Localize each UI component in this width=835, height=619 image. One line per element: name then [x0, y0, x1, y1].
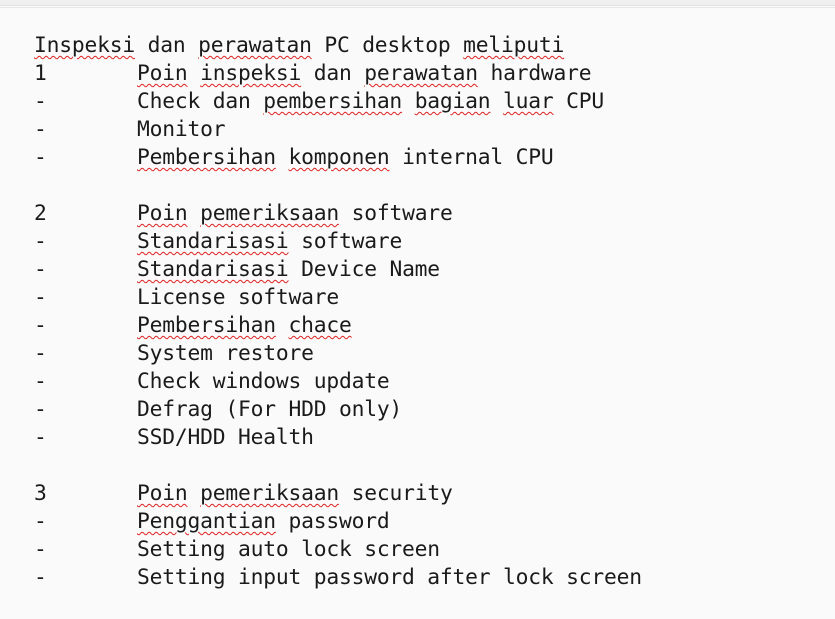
- misspelled-word: Poin: [137, 201, 188, 226]
- section-number: 1: [34, 61, 47, 86]
- bullet-dash: -: [34, 145, 47, 170]
- misspelled-word: Pembersihan: [137, 313, 276, 338]
- text-run: [188, 61, 201, 86]
- text-run: software: [288, 229, 403, 254]
- bullet-dash: -: [34, 117, 47, 142]
- text-run: [188, 201, 201, 226]
- text-run: [276, 313, 289, 338]
- misspelled-word: perawatan: [198, 33, 312, 58]
- text-run: password: [275, 509, 390, 534]
- bullet-dash: -: [34, 313, 47, 338]
- section-title: Poin pemeriksaan software: [137, 200, 453, 228]
- bullet-dash: -: [34, 565, 47, 590]
- misspelled-word: luar: [503, 89, 554, 114]
- misspelled-word: inspeksi: [200, 61, 302, 86]
- text-run: CPU: [553, 89, 605, 114]
- bullet-dash: -: [34, 509, 47, 534]
- list-item-text: Defrag (For HDD only): [137, 396, 402, 424]
- window-top-edge: [0, 0, 835, 6]
- section-title: Poin pemeriksaan security: [137, 480, 453, 508]
- bullet-dash: -: [34, 369, 47, 394]
- text-run: [402, 89, 415, 114]
- section-number: 3: [34, 481, 47, 506]
- list-item-text: Standarisasi software: [137, 228, 402, 256]
- document-heading: Inspeksi dan perawatan PC desktop melipu…: [34, 32, 564, 60]
- bullet-dash: -: [34, 397, 47, 422]
- misspelled-word: meliputi: [463, 33, 565, 58]
- bullet-dash: -: [34, 425, 47, 450]
- bullet-dash: -: [34, 537, 47, 562]
- list-item-text: Pembersihan komponen internal CPU: [137, 144, 554, 172]
- text-run: software: [338, 201, 453, 226]
- section-title: Poin inspeksi dan perawatan hardware: [137, 60, 592, 88]
- misspelled-word: pemeriksaan: [200, 481, 339, 506]
- bullet-dash: -: [34, 229, 47, 254]
- editor-window: Inspeksi dan perawatan PC desktop melipu…: [0, 0, 835, 619]
- misspelled-word: pembersihan: [263, 89, 403, 114]
- bullet-dash: -: [34, 341, 47, 366]
- list-item-text: Setting input password after lock screen: [137, 564, 642, 592]
- text-run: SSD/HDD Health: [137, 425, 314, 450]
- misspelled-word: Poin: [137, 481, 188, 506]
- list-item-text: Check dan pembersihan bagian luar CPU: [137, 88, 604, 116]
- text-run: [490, 89, 503, 114]
- list-item-text: License software: [137, 284, 339, 312]
- misspelled-word: komponen: [288, 145, 390, 170]
- text-run: security: [338, 481, 453, 506]
- text-run: hardware: [477, 61, 592, 86]
- misspelled-word: Standarisasi: [137, 257, 289, 282]
- list-item-text: SSD/HDD Health: [137, 424, 314, 452]
- text-run: System restore: [137, 341, 314, 366]
- text-run: [276, 145, 289, 170]
- text-run: internal CPU: [389, 145, 554, 170]
- text-run: Device Name: [288, 257, 440, 282]
- misspelled-word: chace: [288, 313, 352, 338]
- list-item-text: Pembersihan chace: [137, 312, 352, 340]
- misspelled-word: pemeriksaan: [200, 201, 339, 226]
- text-run: Check windows update: [137, 369, 390, 394]
- list-item-text: Setting auto lock screen: [137, 536, 440, 564]
- list-item-text: System restore: [137, 340, 314, 368]
- misspelled-word: Poin: [137, 61, 188, 86]
- text-run: Setting input password after lock screen: [137, 565, 642, 590]
- text-run: dan: [301, 61, 365, 86]
- bullet-dash: -: [34, 257, 47, 282]
- text-run: PC desktop: [311, 33, 464, 58]
- text-run: dan: [134, 33, 199, 58]
- text-run: [188, 481, 201, 506]
- section-number: 2: [34, 201, 47, 226]
- list-item-text: Standarisasi Device Name: [137, 256, 440, 284]
- list-item-text: Monitor: [137, 116, 226, 144]
- misspelled-word: bagian: [414, 89, 491, 114]
- bullet-dash: -: [34, 285, 47, 310]
- text-editor[interactable]: Inspeksi dan perawatan PC desktop melipu…: [0, 7, 835, 619]
- misspelled-word: Penggantian: [137, 509, 276, 534]
- list-item-text: Check windows update: [137, 368, 390, 396]
- text-run: Setting auto lock screen: [137, 537, 440, 562]
- text-run: Monitor: [137, 117, 226, 142]
- text-run: Check dan: [137, 89, 264, 114]
- list-item-text: Penggantian password: [137, 508, 390, 536]
- bullet-dash: -: [34, 89, 47, 114]
- misspelled-word: Standarisasi: [137, 229, 289, 254]
- text-run: Defrag (For HDD only): [137, 397, 403, 422]
- misspelled-word: Inspeksi: [34, 33, 135, 58]
- misspelled-word: perawatan: [364, 61, 478, 86]
- misspelled-word: Pembersihan: [137, 145, 276, 170]
- text-run: License software: [137, 285, 339, 310]
